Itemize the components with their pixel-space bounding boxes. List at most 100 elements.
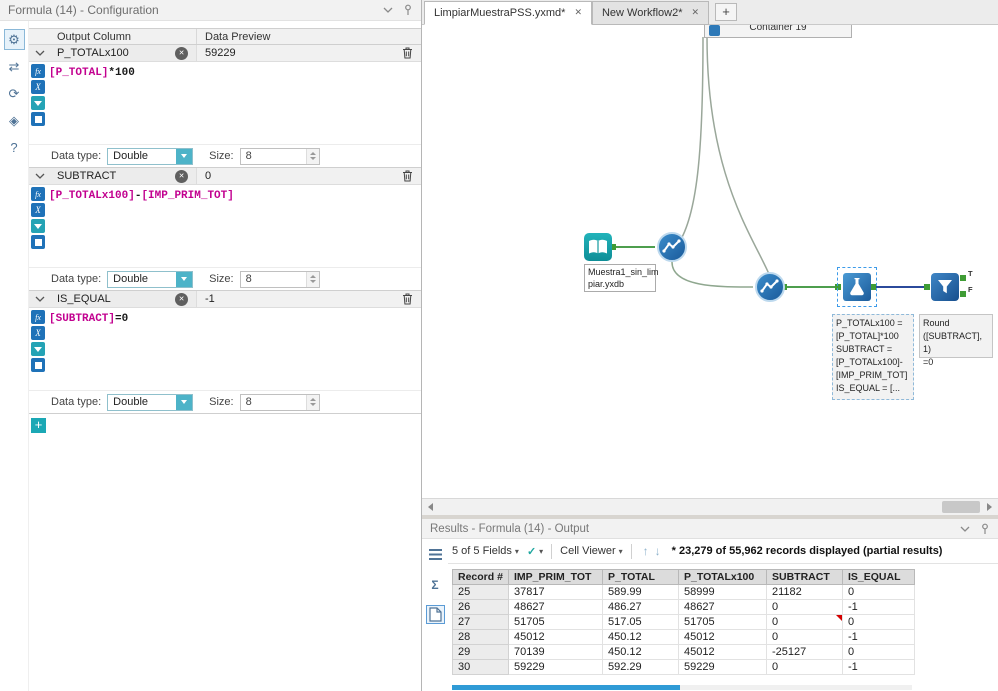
clear-column-icon[interactable]: ✕ xyxy=(175,169,188,183)
column-header[interactable]: P_TOTALx100 xyxy=(678,569,767,585)
navigation-arrows-icon[interactable]: ⇄ xyxy=(4,56,25,77)
chevron-down-icon[interactable]: ▾ xyxy=(515,547,519,556)
filter-tool-annotation[interactable]: Round ([SUBTRACT], 1) =0 xyxy=(919,314,993,367)
scroll-left-icon[interactable] xyxy=(422,499,439,515)
filter-functions-icon[interactable] xyxy=(31,342,45,356)
record-number-cell[interactable]: 29 xyxy=(452,644,509,660)
help-icon[interactable]: ? xyxy=(4,137,25,158)
data-cell[interactable]: 0 xyxy=(766,659,843,675)
formula-tool-annotation[interactable]: P_TOTALx100 = [P_TOTAL]*100 SUBTRACT = [… xyxy=(832,314,914,400)
data-cell[interactable]: -1 xyxy=(842,599,915,615)
apply-check-icon[interactable]: ✓ xyxy=(527,545,536,558)
data-cell[interactable]: 59229 xyxy=(508,659,603,675)
expression-text[interactable]: [P_TOTAL]*100 xyxy=(47,62,137,144)
join-tool[interactable] xyxy=(657,232,687,262)
formula-header-row[interactable]: SUBTRACT ✕ 0 xyxy=(29,168,421,185)
data-type-dropdown[interactable]: Double xyxy=(107,147,194,165)
delete-formula-icon[interactable] xyxy=(402,47,413,59)
variables-icon[interactable]: X xyxy=(31,326,45,340)
column-header[interactable]: IS_EQUAL xyxy=(842,569,915,585)
container-icon[interactable] xyxy=(709,25,720,36)
filter-tool[interactable] xyxy=(931,273,959,301)
clear-column-icon[interactable]: ✕ xyxy=(175,292,188,306)
output-column-name[interactable]: P_TOTALx100 xyxy=(57,47,175,59)
scroll-right-icon[interactable] xyxy=(981,499,998,515)
cell-viewer-dropdown[interactable]: Cell Viewer xyxy=(560,545,615,557)
collapse-chevron-icon[interactable] xyxy=(35,296,45,302)
join-tool[interactable] xyxy=(755,272,785,302)
data-cell[interactable]: 70139 xyxy=(508,644,603,660)
formula-tool[interactable] xyxy=(843,273,871,301)
variables-icon[interactable]: X xyxy=(31,203,45,217)
data-cell[interactable]: 589.99 xyxy=(602,584,679,600)
workflow-canvas[interactable]: Container 19 Muestra1_sin_lim piar.yxdb xyxy=(422,25,998,498)
record-number-cell[interactable]: 25 xyxy=(452,584,509,600)
results-horizontal-scrollbar[interactable] xyxy=(452,685,912,690)
data-type-dropdown[interactable]: Double xyxy=(107,393,194,411)
close-tab-icon[interactable]: ✕ xyxy=(691,7,699,18)
record-number-cell[interactable]: 27 xyxy=(452,614,509,630)
column-header[interactable]: P_TOTAL xyxy=(602,569,679,585)
filter-functions-icon[interactable] xyxy=(31,96,45,110)
scroll-down-icon[interactable]: ↓ xyxy=(655,544,661,558)
data-cell[interactable]: 58999 xyxy=(678,584,767,600)
data-cell[interactable]: 450.12 xyxy=(602,644,679,660)
spinner-icon[interactable] xyxy=(305,394,319,410)
new-tab-button[interactable]: + xyxy=(715,3,738,21)
data-cell[interactable]: 45012 xyxy=(508,629,603,645)
expression-text[interactable]: [P_TOTALx100]-[IMP_PRIM_TOT] xyxy=(47,185,236,267)
pin-icon[interactable] xyxy=(980,523,990,535)
data-cell[interactable]: 0 xyxy=(766,629,843,645)
chevron-down-icon[interactable]: ▾ xyxy=(539,547,543,556)
scrollbar-thumb[interactable] xyxy=(942,501,980,513)
expression-editor[interactable]: fx X [SUBTRACT]=0 xyxy=(29,308,421,391)
data-type-dropdown[interactable]: Double xyxy=(107,270,194,288)
collapse-chevron-icon[interactable] xyxy=(35,173,45,179)
expression-text[interactable]: [SUBTRACT]=0 xyxy=(47,308,130,390)
data-cell[interactable]: 0 xyxy=(766,599,843,615)
record-number-cell[interactable]: 30 xyxy=(452,659,509,675)
refresh-icon[interactable]: ⟳ xyxy=(4,83,25,104)
dropdown-arrow-icon[interactable] xyxy=(176,271,193,287)
size-input[interactable]: 8 xyxy=(239,147,320,165)
size-input[interactable]: 8 xyxy=(239,270,320,288)
input-data-tool[interactable] xyxy=(584,233,612,261)
data-cell[interactable]: 0 xyxy=(842,584,915,600)
table-row[interactable]: 28 45012 450.12 45012 0 -1 xyxy=(452,629,915,645)
data-cell[interactable]: -1 xyxy=(842,629,915,645)
expression-editor[interactable]: fx X [P_TOTAL]*100 xyxy=(29,62,421,145)
scroll-up-icon[interactable]: ↑ xyxy=(643,544,649,558)
add-expression-button[interactable]: + xyxy=(31,418,46,433)
dropdown-arrow-icon[interactable] xyxy=(176,394,193,410)
filter-functions-icon[interactable] xyxy=(31,219,45,233)
size-input[interactable]: 8 xyxy=(239,393,320,411)
fields-dropdown[interactable]: 5 of 5 Fields xyxy=(452,545,512,557)
tag-icon[interactable]: ◈ xyxy=(4,110,25,131)
data-cell[interactable]: 0 xyxy=(842,644,915,660)
column-header[interactable]: Record # xyxy=(452,569,509,585)
dropdown-arrow-icon[interactable] xyxy=(176,148,193,164)
table-row[interactable]: 25 37817 589.99 58999 21182 0 xyxy=(452,584,915,600)
save-expression-icon[interactable] xyxy=(31,358,45,372)
variables-icon[interactable]: X xyxy=(31,80,45,94)
data-cell[interactable]: 592.29 xyxy=(602,659,679,675)
data-cell[interactable]: 517.05 xyxy=(602,614,679,630)
data-cell[interactable]: 0 xyxy=(766,614,843,630)
record-number-cell[interactable]: 28 xyxy=(452,629,509,645)
tool-container[interactable]: Container 19 xyxy=(704,25,852,38)
expression-editor[interactable]: fx X [P_TOTALx100]-[IMP_PRIM_TOT] xyxy=(29,185,421,268)
data-cell[interactable]: 48627 xyxy=(678,599,767,615)
collapse-chevron-icon[interactable] xyxy=(35,50,45,56)
data-cell[interactable]: 37817 xyxy=(508,584,603,600)
data-view-icon[interactable] xyxy=(425,605,445,624)
data-cell[interactable]: 51705 xyxy=(678,614,767,630)
delete-formula-icon[interactable] xyxy=(402,170,413,182)
record-number-cell[interactable]: 26 xyxy=(452,599,509,615)
save-expression-icon[interactable] xyxy=(31,112,45,126)
output-column-name[interactable]: SUBTRACT xyxy=(57,170,175,182)
formula-header-row[interactable]: IS_EQUAL ✕ -1 xyxy=(29,291,421,308)
data-cell[interactable]: 0 xyxy=(842,614,915,630)
data-cell[interactable]: 48627 xyxy=(508,599,603,615)
data-cell[interactable]: 45012 xyxy=(678,644,767,660)
save-expression-icon[interactable] xyxy=(31,235,45,249)
